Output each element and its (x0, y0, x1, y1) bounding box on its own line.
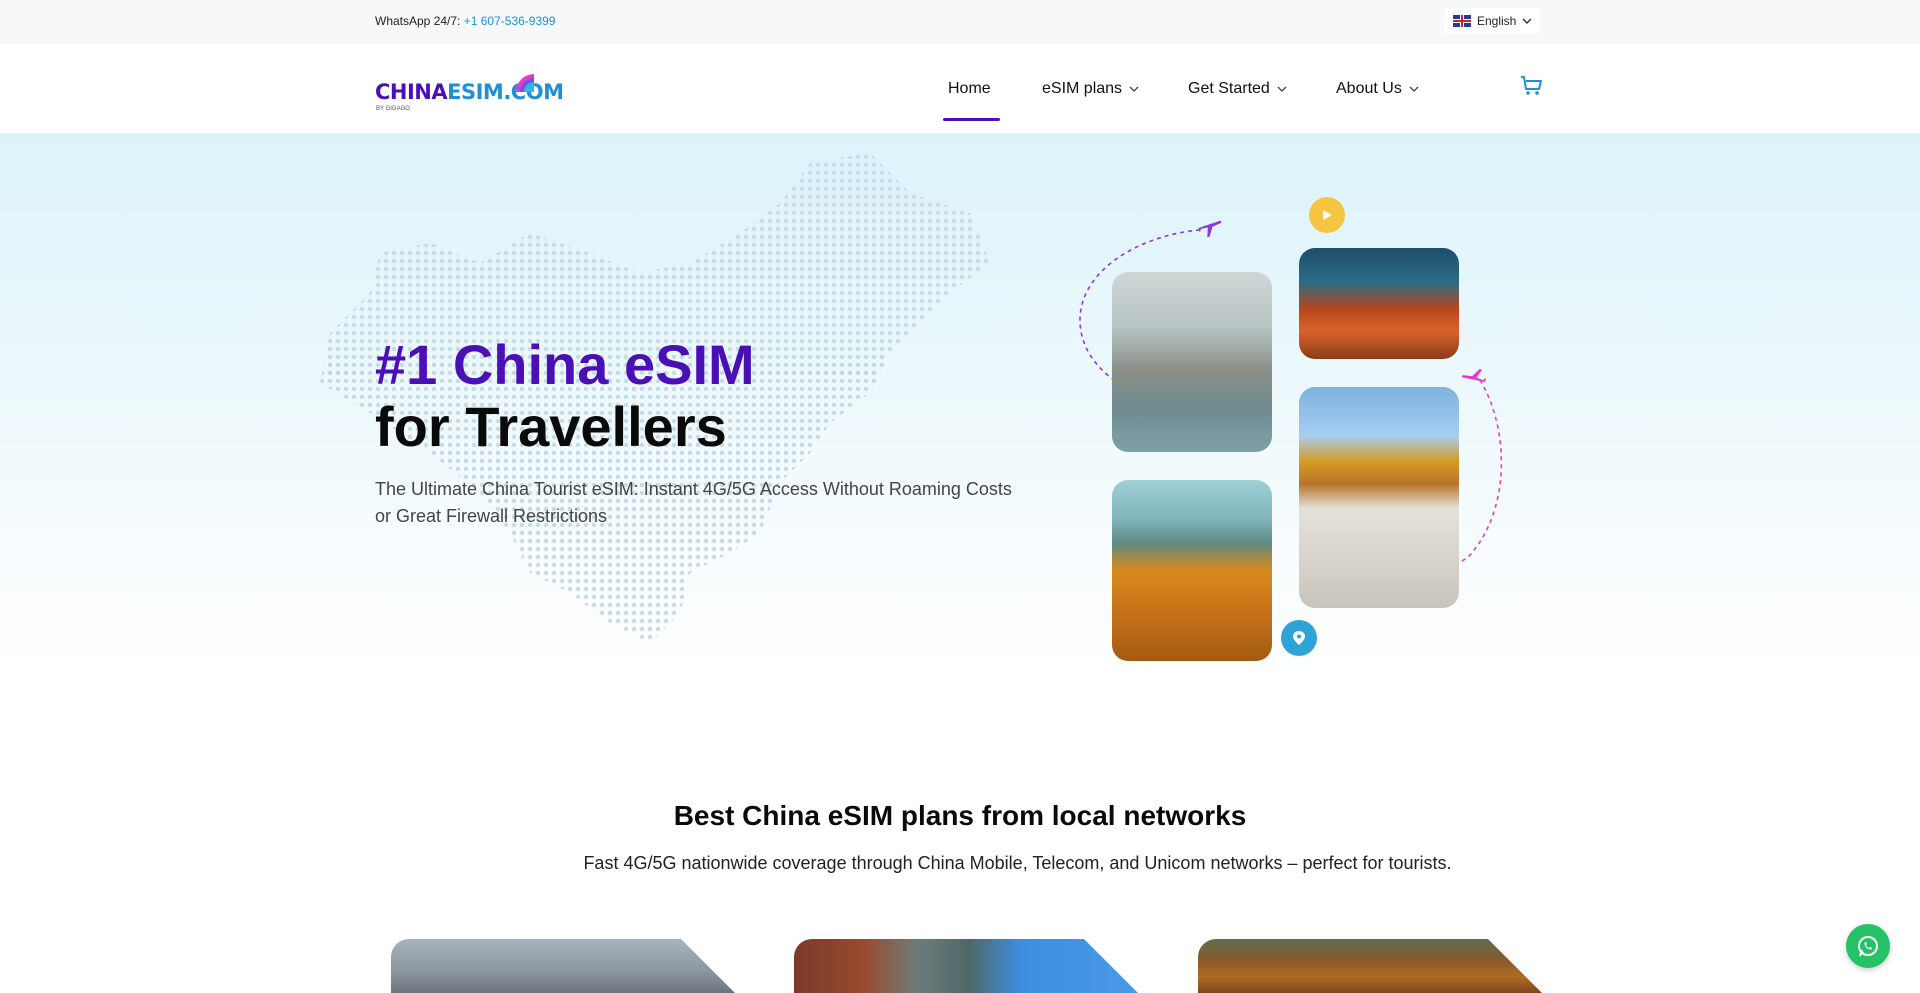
nav-esim-plans-label: eSIM plans (1042, 79, 1123, 97)
cart-icon[interactable] (1520, 75, 1544, 97)
chevron-down-icon (1409, 86, 1419, 92)
airplane-icon (1198, 220, 1222, 238)
uk-flag-icon (1453, 15, 1471, 27)
hero-title-line1: #1 China eSIM (375, 333, 755, 396)
plan-card[interactable] (391, 939, 741, 993)
nav-get-started-label: Get Started (1188, 79, 1270, 97)
nav-home[interactable]: Home (943, 44, 1000, 133)
whatsapp-contact: WhatsApp 24/7: +1 607-536-9399 (375, 14, 555, 28)
plan-card[interactable] (794, 939, 1144, 993)
whatsapp-label: WhatsApp 24/7: (375, 14, 461, 28)
photo-paifang-gate (1299, 248, 1459, 359)
chevron-down-icon (1129, 86, 1139, 92)
airplane-icon (1461, 368, 1487, 382)
nav-get-started[interactable]: Get Started (1188, 44, 1287, 133)
logo-fan-icon (516, 74, 534, 92)
hero-section: #1 China eSIM for Travellers The Ultimat… (0, 133, 1920, 673)
main-header: CHINAESIM.COM BY GIGAGO Home eSIM plans … (0, 44, 1920, 133)
plans-section-subtitle: Fast 4G/5G nationwide coverage through C… (583, 853, 1452, 873)
logo-byline: BY GIGAGO (376, 106, 410, 112)
chevron-down-icon (1522, 18, 1532, 24)
location-pin-icon (1293, 631, 1305, 645)
nav-about-us[interactable]: About Us (1336, 44, 1419, 133)
nav-esim-plans[interactable]: eSIM plans (1042, 44, 1139, 133)
top-bar: WhatsApp 24/7: +1 607-536-9399 English (0, 0, 1920, 44)
whatsapp-phone-link[interactable]: +1 607-536-9399 (464, 14, 556, 28)
play-badge[interactable] (1309, 197, 1345, 233)
nav-home-label: Home (948, 79, 991, 97)
nav-about-us-label: About Us (1336, 79, 1402, 97)
photo-great-wall (1112, 480, 1272, 661)
photo-forbidden-city (1299, 387, 1459, 608)
site-logo[interactable]: CHINAESIM.COM BY GIGAGO (375, 68, 564, 112)
hero-title-line2: for Travellers (375, 395, 727, 458)
location-badge (1281, 620, 1317, 656)
language-selector[interactable]: English (1445, 8, 1541, 34)
whatsapp-chat-button[interactable] (1846, 924, 1890, 968)
hero-subtitle: The Ultimate China Tourist eSIM: Instant… (375, 479, 1012, 526)
chevron-down-icon (1277, 86, 1287, 92)
plan-card[interactable] (1198, 939, 1548, 993)
whatsapp-icon (1858, 936, 1878, 957)
play-icon (1323, 210, 1332, 220)
plans-section-title: Best China eSIM plans from local network… (673, 800, 1247, 831)
photo-water-town (1112, 272, 1272, 452)
language-label: English (1477, 14, 1517, 28)
